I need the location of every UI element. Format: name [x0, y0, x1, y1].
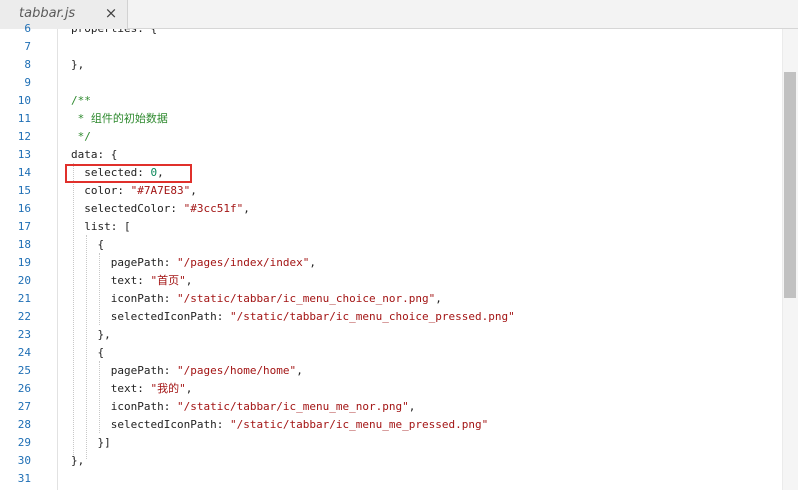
code-line: color: "#7A7E83", — [71, 182, 197, 200]
code-token: "/static/tabbar/ic_menu_choice_pressed.p… — [229, 310, 515, 323]
code-token: list: [ — [71, 220, 131, 233]
editor-tab-bar: tabbar.js × — [0, 0, 798, 29]
highlight-box — [65, 164, 192, 183]
code-line: selectedIconPath: "/static/tabbar/ic_men… — [71, 308, 515, 326]
scrollbar-thumb[interactable] — [784, 72, 796, 298]
code-line: */ — [71, 128, 91, 146]
line-number: 14 — [17, 166, 31, 179]
code-token: iconPath: — [71, 292, 177, 305]
code-token: "#7A7E83" — [130, 184, 191, 197]
code-token: pagePath: — [71, 256, 177, 269]
code-token: pagePath: — [71, 364, 177, 377]
line-number: 20 — [17, 274, 31, 287]
code-editor[interactable]: properties: {}, /** * 组件的初始数据 */ data: { s… — [58, 29, 782, 490]
code-line: }, — [71, 56, 84, 74]
code-line: { — [71, 236, 104, 254]
code-token: , — [309, 256, 317, 269]
line-number: 31 — [17, 472, 31, 485]
code-token: , — [185, 382, 193, 395]
code-token: , — [243, 202, 250, 215]
line-number: 7 — [24, 40, 31, 53]
line-number: 19 — [17, 256, 31, 269]
code-token: }, — [71, 328, 111, 341]
code-line: properties: { — [71, 29, 157, 38]
code-line: pagePath: "/pages/index/index", — [71, 254, 316, 272]
code-line: list: [ — [71, 218, 131, 236]
line-number: 22 — [17, 310, 31, 323]
line-number: 21 — [17, 292, 31, 305]
code-line: /** — [71, 92, 91, 110]
code-line: selectedColor: "#3cc51f", — [71, 200, 250, 218]
code-line: iconPath: "/static/tabbar/ic_menu_choice… — [71, 290, 442, 308]
code-line: }] — [71, 434, 111, 452]
line-number: 27 — [17, 400, 31, 413]
code-token: selectedIconPath: — [71, 310, 230, 323]
code-token: "/static/tabbar/ic_menu_me_pressed.png" — [229, 418, 489, 431]
line-number: 6 — [24, 22, 31, 35]
code-token: { — [71, 346, 105, 359]
code-token: }] — [71, 436, 111, 449]
code-token: "/pages/home/home" — [176, 364, 297, 377]
line-number: 16 — [17, 202, 31, 215]
line-number: 8 — [24, 58, 31, 71]
code-token: { — [71, 238, 105, 251]
line-number: 17 — [17, 220, 31, 233]
code-line: data: { — [71, 146, 117, 164]
code-token: "我的" — [150, 382, 186, 395]
code-token: /** — [71, 94, 91, 107]
line-number: 9 — [24, 76, 31, 89]
line-number: 23 — [17, 328, 31, 341]
code-line: text: "首页", — [71, 272, 193, 290]
code-token: , — [296, 364, 303, 377]
code-token: , — [190, 184, 197, 197]
code-token: iconPath: — [71, 400, 177, 413]
line-number: 29 — [17, 436, 31, 449]
code-token: }, — [71, 58, 85, 71]
code-token: data: { — [71, 148, 118, 161]
code-line: }, — [71, 452, 84, 470]
line-number: 26 — [17, 382, 31, 395]
code-token: "/pages/index/index" — [176, 256, 310, 269]
code-token: text: — [71, 274, 151, 287]
code-token: properties: { — [71, 29, 157, 35]
code-line: * 组件的初始数据 — [71, 110, 168, 128]
code-token: "首页" — [150, 274, 186, 287]
line-number: 28 — [17, 418, 31, 431]
code-token: text: — [71, 382, 151, 395]
line-number: 25 — [17, 364, 31, 377]
code-token: selectedColor: — [71, 202, 184, 215]
code-line: { — [71, 344, 104, 362]
code-token: color: — [71, 184, 131, 197]
code-line: iconPath: "/static/tabbar/ic_menu_me_nor… — [71, 398, 416, 416]
code-token: selectedIconPath: — [71, 418, 230, 431]
line-number: 18 — [17, 238, 31, 251]
line-number: 10 — [17, 94, 31, 107]
line-number: 15 — [17, 184, 31, 197]
code-token: "/static/tabbar/ic_menu_choice_nor.png" — [176, 292, 436, 305]
code-token: */ — [71, 130, 91, 143]
code-token: , — [435, 292, 442, 305]
line-number: 13 — [17, 148, 31, 161]
code-token: "#3cc51f" — [183, 202, 244, 215]
code-token: "/static/tabbar/ic_menu_me_nor.png" — [176, 400, 409, 413]
code-token: * 组件的初始数据 — [71, 112, 168, 125]
code-line: pagePath: "/pages/home/home", — [71, 362, 303, 380]
line-number: 24 — [17, 346, 31, 359]
code-line: text: "我的", — [71, 380, 193, 398]
line-number-gutter: 6 7 8 9 10 11 12 13 14 15 16 17 18 19 20 21 22 23 24 25 26 27… — [0, 22, 58, 490]
code-line: }, — [71, 326, 111, 344]
code-token: , — [408, 400, 416, 413]
tab-title: tabbar.js — [19, 6, 76, 21]
line-number: 11 — [17, 112, 31, 125]
code-token: , — [185, 274, 193, 287]
code-token: }, — [71, 454, 85, 467]
code-line: selectedIconPath: "/static/tabbar/ic_men… — [71, 416, 489, 434]
close-icon[interactable]: × — [104, 5, 118, 21]
line-number: 12 — [17, 130, 31, 143]
line-number: 30 — [17, 454, 31, 467]
